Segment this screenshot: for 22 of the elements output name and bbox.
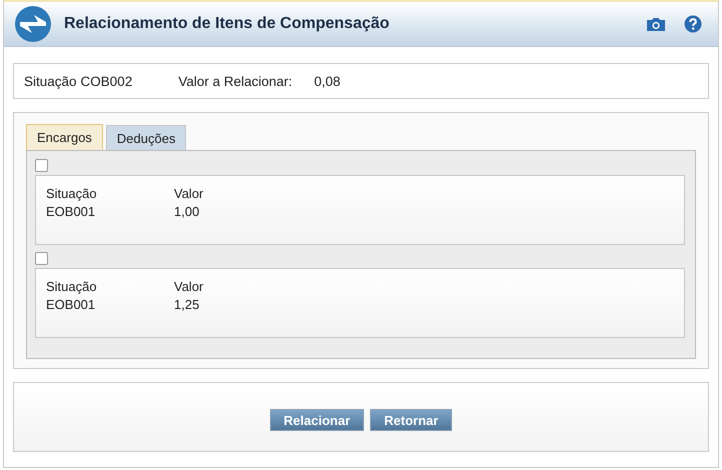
situation-label: Situação	[24, 74, 77, 88]
checkbox[interactable]	[35, 159, 48, 172]
help-icon[interactable]	[684, 15, 702, 33]
value-label: Valor	[174, 279, 204, 294]
action-button[interactable]: Relacionar	[270, 409, 364, 431]
value-amount: 0,08	[314, 74, 340, 88]
situation-value: EOB001	[46, 204, 96, 219]
value-amount: 1,25	[174, 297, 200, 312]
tab[interactable]: Encargos	[26, 124, 103, 150]
tab[interactable]: Deduções	[106, 125, 186, 150]
value-label: Valor a Relacionar:	[178, 74, 292, 88]
logo-icon	[14, 5, 52, 43]
action-button[interactable]: Retornar	[370, 409, 452, 431]
window-title: Relacionamento de Itens de Compensação	[64, 15, 390, 33]
value-label: Valor	[174, 186, 204, 201]
camera-icon[interactable]	[646, 16, 666, 32]
situation-value: EOB001	[46, 297, 96, 312]
situation-label: Situação	[46, 279, 98, 294]
value-amount: 1,00	[174, 204, 200, 219]
situation-value: COB002	[80, 74, 132, 88]
situation-label: Situação	[46, 186, 98, 201]
checkbox[interactable]	[35, 252, 48, 265]
